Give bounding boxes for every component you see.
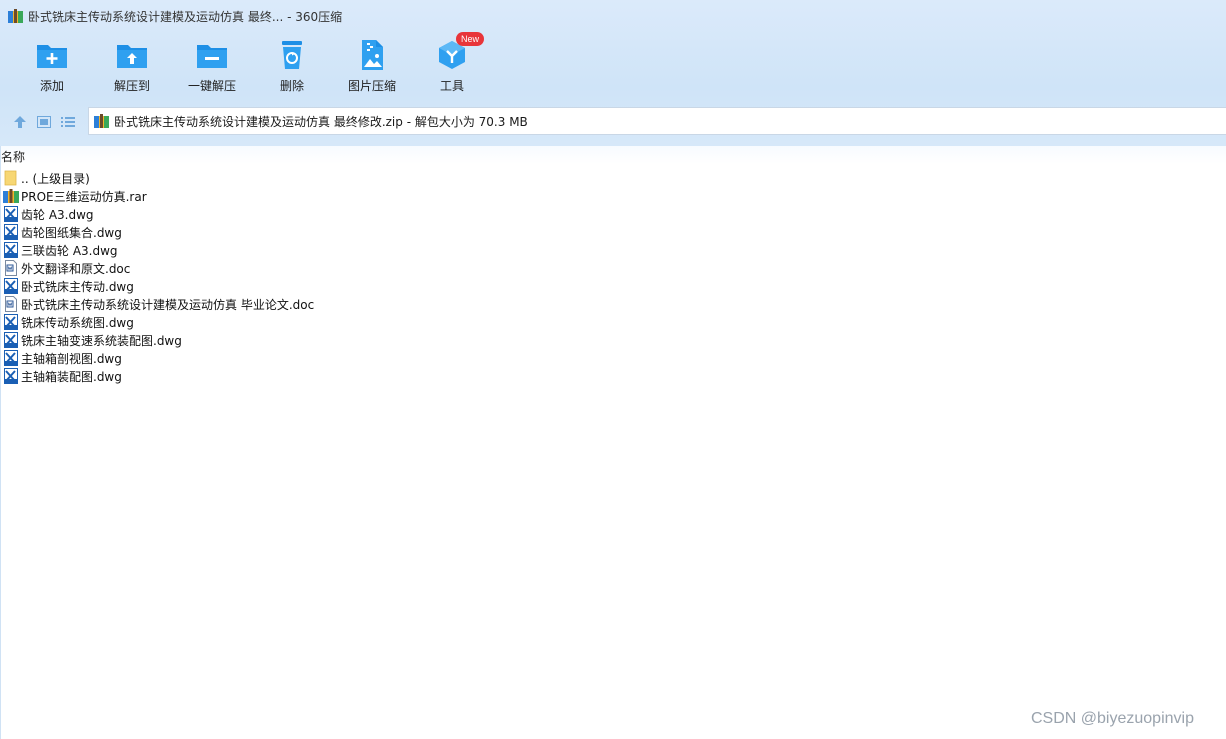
- file-name: 铣床传动系统图.dwg: [21, 315, 134, 330]
- new-badge: New: [456, 32, 485, 46]
- extract-to-button-label: 解压到: [113, 79, 150, 93]
- dwg-file-icon: [4, 350, 18, 366]
- delete-button[interactable]: 删除: [252, 36, 332, 98]
- zip-archive-icon: [94, 114, 109, 128]
- file-name: 主轴箱剖视图.dwg: [21, 351, 122, 366]
- add-folder-icon: [37, 45, 67, 68]
- file-name: 外文翻译和原文.doc: [21, 261, 131, 276]
- file-row[interactable]: 主轴箱装配图.dwg: [0, 367, 600, 385]
- file-name: 铣床主轴变速系统装配图.dwg: [21, 333, 182, 348]
- trash-icon: [282, 41, 302, 69]
- file-row[interactable]: PROE三维运动仿真.rar: [0, 187, 600, 205]
- one-click-extract-button[interactable]: 一键解压: [172, 36, 252, 98]
- dwg-file-icon: [4, 242, 18, 258]
- rar-archive-icon: [3, 189, 19, 203]
- image-compress-button-label: 图片压缩: [347, 79, 396, 93]
- dwg-file-icon: [4, 206, 18, 222]
- file-name: 齿轮图纸集合.dwg: [21, 225, 122, 240]
- doc-file-icon: [5, 296, 17, 312]
- tools-button[interactable]: New 工具: [412, 32, 492, 98]
- arrow-up-icon: [14, 115, 26, 128]
- up-level-button[interactable]: [8, 110, 32, 134]
- main-toolbar: 添加 解压到 一键解压 删除 图片压缩 New 工具: [12, 32, 492, 98]
- csdn-watermark: CSDN @biyezuopinvip: [1031, 710, 1194, 727]
- app-archive-icon: [8, 9, 23, 23]
- tools-button-label: 工具: [439, 79, 464, 93]
- doc-file-icon: [5, 260, 17, 276]
- file-name: 卧式铣床主传动.dwg: [21, 279, 134, 294]
- thumbnail-view-button[interactable]: [32, 110, 56, 134]
- file-row[interactable]: 三联齿轮 A3.dwg: [0, 241, 600, 259]
- window-title: 卧式铣床主传动系统设计建模及运动仿真 最终... - 360压缩: [28, 9, 343, 24]
- dwg-file-icon: [4, 314, 18, 330]
- one-click-extract-button-label: 一键解压: [187, 79, 236, 93]
- extract-to-button[interactable]: 解压到: [92, 36, 172, 98]
- file-row[interactable]: 外文翻译和原文.doc: [0, 259, 600, 277]
- file-name: .. (上级目录): [21, 171, 90, 186]
- file-row[interactable]: 卧式铣床主传动系统设计建模及运动仿真 毕业论文.doc: [0, 295, 600, 313]
- dwg-file-icon: [4, 368, 18, 384]
- file-name: 三联齿轮 A3.dwg: [21, 243, 118, 258]
- file-row[interactable]: .. (上级目录): [0, 169, 600, 187]
- one-click-extract-icon: [197, 45, 227, 68]
- thumbnail-view-icon: [37, 115, 51, 128]
- image-compress-icon: [362, 40, 383, 70]
- list-view-icon: [61, 116, 75, 127]
- file-list: .. (上级目录) PROE三维运动仿真.rar 齿轮 A3.dwg 齿轮图纸集合.d…: [0, 169, 600, 385]
- file-name: 卧式铣床主传动系统设计建模及运动仿真 毕业论文.doc: [21, 297, 315, 312]
- extract-to-icon: [117, 45, 147, 68]
- file-row[interactable]: 齿轮 A3.dwg: [0, 205, 600, 223]
- dwg-file-icon: [4, 224, 18, 240]
- list-view-button[interactable]: [56, 110, 80, 134]
- file-row[interactable]: 齿轮图纸集合.dwg: [0, 223, 600, 241]
- path-bar[interactable]: 卧式铣床主传动系统设计建模及运动仿真 最终修改.zip - 解包大小为 70.3…: [88, 107, 1226, 135]
- dwg-file-icon: [4, 278, 18, 294]
- archive-path-text: 卧式铣床主传动系统设计建模及运动仿真 最终修改.zip - 解包大小为 70.3…: [114, 114, 528, 129]
- file-row[interactable]: 卧式铣床主传动.dwg: [0, 277, 600, 295]
- file-name: 齿轮 A3.dwg: [21, 207, 94, 222]
- image-compress-button[interactable]: 图片压缩: [332, 36, 412, 98]
- add-button[interactable]: 添加: [12, 36, 92, 98]
- file-list-header: 名称: [0, 146, 1226, 164]
- folder-icon: [4, 170, 17, 186]
- column-header-name[interactable]: 名称: [1, 148, 25, 165]
- file-row[interactable]: 铣床主轴变速系统装配图.dwg: [0, 331, 600, 349]
- file-row[interactable]: 主轴箱剖视图.dwg: [0, 349, 600, 367]
- add-button-label: 添加: [39, 79, 64, 93]
- top-chrome: 卧式铣床主传动系统设计建模及运动仿真 最终... - 360压缩 添加 解压到: [0, 0, 1226, 146]
- navigation-bar: 卧式铣床主传动系统设计建模及运动仿真 最终修改.zip - 解包大小为 70.3…: [0, 106, 1226, 137]
- file-name: 主轴箱装配图.dwg: [21, 369, 122, 384]
- file-name: PROE三维运动仿真.rar: [21, 189, 147, 204]
- delete-button-label: 删除: [279, 79, 304, 93]
- file-row[interactable]: 铣床传动系统图.dwg: [0, 313, 600, 331]
- dwg-file-icon: [4, 332, 18, 348]
- title-bar: 卧式铣床主传动系统设计建模及运动仿真 最终... - 360压缩: [0, 0, 1226, 32]
